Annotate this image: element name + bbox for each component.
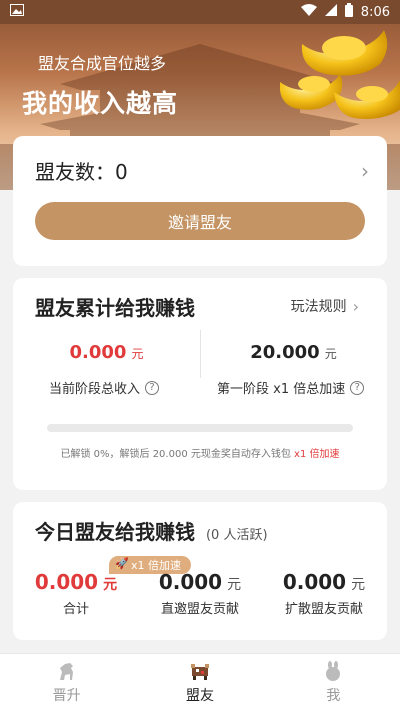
active-allies-note: (0 人活跃) [205, 528, 268, 543]
today-total-unit: 元 [103, 577, 118, 593]
today-total-value: 0.000 [34, 570, 99, 594]
gold-ingot-icon [280, 30, 400, 119]
stage-accel-label: 第一阶段 x1 倍总加速 [217, 382, 346, 397]
direct-contribution-unit: 元 [227, 577, 242, 593]
rocket-icon: 🚀 [115, 557, 129, 570]
current-income-stat: 0.000 元 [13, 342, 200, 363]
tab-allies[interactable]: 盟友 [133, 654, 266, 711]
current-income-unit: 元 [131, 347, 144, 361]
signal-icon [324, 4, 337, 20]
direct-contribution-stat: 0.000 元 直邀盟友贡献 [145, 570, 255, 617]
stage-accel-value: 20.000 [250, 342, 320, 363]
today-earnings-title-row: 今日盟友给我赚钱 (0 人活跃) [35, 516, 268, 545]
spread-contribution-value: 0.000 [282, 570, 347, 594]
banner-subtitle: 盟友合成官位越多 [38, 54, 167, 73]
allies-count-label: 盟友数：0 [35, 160, 128, 184]
help-icon: ? [350, 380, 365, 395]
current-income-label-row[interactable]: 当前阶段总收入 ? [49, 378, 160, 397]
today-total-label: 合计 [62, 602, 89, 617]
cow-icon [190, 664, 209, 680]
current-income-label: 当前阶段总收入 [49, 382, 141, 397]
allies-card: 盟友数：0 › 邀请盟友 [13, 136, 387, 266]
stage-accel-stat: 20.000 元 [200, 342, 387, 363]
banner-title: 我的收入越高 [22, 89, 179, 118]
gallery-icon [10, 4, 24, 20]
unlock-note-accel: x1 倍加速 [294, 449, 340, 460]
chevron-right-icon: › [352, 296, 359, 316]
cumulative-earnings-card: 盟友累计给我赚钱 玩法规则 › 0.000 元 20.000 元 当前阶段总收入… [13, 278, 387, 490]
direct-contribution-label: 直邀盟友贡献 [160, 602, 239, 617]
stage-accel-unit: 元 [324, 347, 337, 361]
today-total-stat: 0.000 元 合计 [21, 570, 131, 617]
horse-icon [59, 663, 73, 680]
unlock-progress-bar [47, 424, 353, 432]
rabbit-icon [326, 661, 341, 681]
today-earnings-title: 今日盟友给我赚钱 [35, 520, 195, 544]
spread-contribution-unit: 元 [351, 577, 366, 593]
today-earnings-card: 今日盟友给我赚钱 (0 人活跃) 🚀 x1 倍加速 0.000 元 合计 0.0… [13, 502, 387, 640]
status-bar: 8:06 [0, 0, 400, 24]
tab-promotion-label: 晋升 [52, 688, 81, 704]
spread-contribution-label: 扩散盟友贡献 [284, 602, 363, 617]
battery-icon [344, 3, 353, 21]
tab-me-label: 我 [326, 688, 341, 704]
tab-me[interactable]: 我 [267, 654, 400, 711]
status-time: 8:06 [360, 4, 390, 20]
unlock-note: 已解锁 0%，解锁后 20.000 元现金奖自动存入钱包 x1 倍加速 [13, 445, 387, 460]
current-income-value: 0.000 [69, 342, 127, 363]
chevron-right-icon: › [361, 158, 369, 183]
tab-allies-label: 盟友 [185, 688, 214, 704]
direct-contribution-value: 0.000 [158, 570, 223, 594]
tab-promotion[interactable]: 晋升 [0, 654, 133, 711]
rules-link-label: 玩法规则 [290, 299, 347, 315]
wifi-icon [300, 4, 317, 20]
stage-accel-label-row[interactable]: 第一阶段 x1 倍总加速 ? [217, 378, 365, 397]
help-icon: ? [145, 380, 160, 395]
cumulative-earnings-title: 盟友累计给我赚钱 [35, 296, 195, 320]
spread-contribution-stat: 0.000 元 扩散盟友贡献 [269, 570, 379, 617]
invite-allies-button[interactable]: 邀请盟友 [35, 202, 365, 240]
bottom-tab-bar: 晋升 盟友 我 [0, 653, 400, 711]
rules-link[interactable]: 玩法规则 › [291, 296, 359, 316]
allies-count-row[interactable]: 盟友数：0 › [35, 156, 369, 185]
unlock-note-text: 已解锁 0%，解锁后 20.000 元现金奖自动存入钱包 [60, 449, 291, 460]
